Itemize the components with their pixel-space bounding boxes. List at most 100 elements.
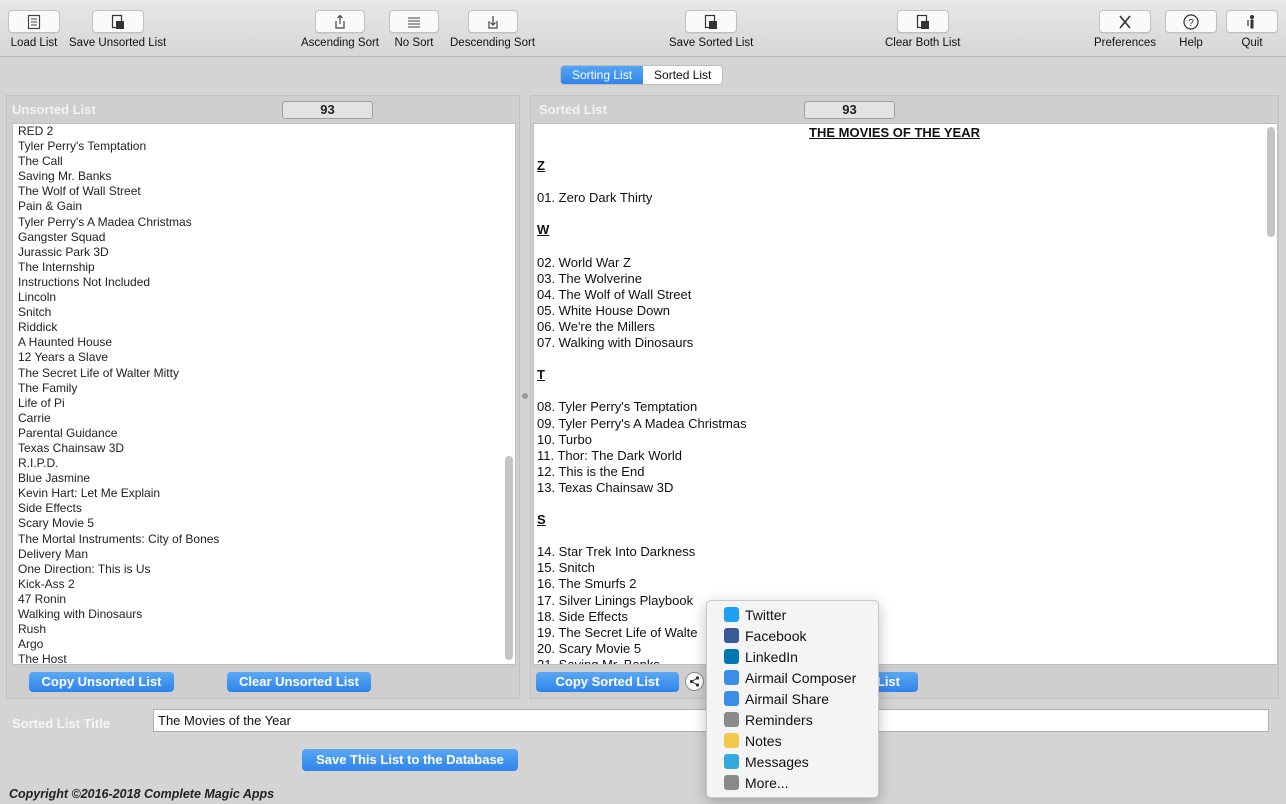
save-unsorted-button[interactable] [91,10,144,33]
unsorted-list-item: The Call [18,154,63,169]
save-sorted-label: Save Sorted List [669,37,754,49]
help-tool[interactable]: ? Help [1165,10,1217,49]
sorted-list-label: Sorted List [539,102,607,117]
sorted-scrollbar[interactable] [1267,127,1275,237]
unsorted-list-item: Blue Jasmine [18,471,91,486]
unsorted-list-item: Lincoln [18,290,57,305]
share-menu-item[interactable]: Facebook [707,625,878,646]
share-menu-item[interactable]: More... [707,772,878,793]
sorted-list-item: 10. Turbo [537,431,592,447]
ascending-sort-button[interactable] [315,10,365,33]
unsorted-list: RED 2 Tyler Perry's Temptation The Call Sav… [13,124,219,664]
unsorted-list-box[interactable]: RED 2 Tyler Perry's Temptation The Call Sav… [12,123,516,665]
share-menu-item[interactable]: LinkedIn [707,646,878,667]
sorted-list-item: 15. Snitch [537,560,595,576]
notes-icon [724,733,739,748]
facebook-icon [724,628,739,643]
messages-icon [724,754,739,769]
sorted-blank-line [537,496,1263,512]
ascending-sort-tool[interactable]: Ascending Sort [301,10,379,49]
sorted-list-box[interactable]: THE MOVIES OF THE YEAR Z 01. Zero Dark Th… [533,123,1278,665]
descending-sort-button[interactable] [467,10,518,33]
unsorted-list-item: R.I.P.D. [18,456,59,471]
sorted-section-letter: W [537,222,550,238]
unsorted-list-item: One Direction: This is Us [18,561,151,576]
copy-unsorted-button[interactable]: Copy Unsorted List [29,672,174,692]
preferences-button[interactable] [1099,10,1151,33]
unsorted-list-item: Snitch [18,305,52,320]
sorted-blank-line [537,174,1263,190]
sorted-list-item: 18. Side Effects [537,608,628,624]
unsorted-list-item: RED 2 [18,124,54,138]
unsorted-list-item: Tyler Perry's Temptation [18,139,147,154]
sorted-list-item: 17. Silver Linings Playbook [537,592,694,608]
share-menu-item-label: More... [745,774,789,791]
save-to-database-button[interactable]: Save This List to the Database [302,749,518,771]
sorted-list-item: 08. Tyler Perry's Temptation [537,399,698,415]
quit-tool[interactable]: Quit [1226,10,1278,49]
save-unsorted-label: Save Unsorted List [69,37,167,49]
save-sorted-button[interactable] [685,10,738,33]
sorted-list-item: 14. Star Trek Into Darkness [537,544,696,560]
linkedin-icon [724,649,739,664]
share-menu-item[interactable]: Notes [707,730,878,751]
quit-label: Quit [1241,37,1263,49]
unsorted-list-item: Pain & Gain [18,199,83,214]
sorted-blank-line [537,383,1263,399]
sorted-list-item: 05. White House Down [537,302,670,318]
sorted-list-item: 03. The Wolverine [537,270,643,286]
no-sort-tool[interactable]: No Sort [389,10,439,49]
save-sorted-tool[interactable]: Save Sorted List [669,10,753,49]
splitter-handle[interactable] [522,393,528,399]
preferences-tool[interactable]: Preferences [1094,10,1156,49]
quit-button[interactable] [1226,10,1278,33]
save-unsorted-tool[interactable]: Save Unsorted List [69,10,166,49]
unsorted-scrollbar[interactable] [505,456,513,660]
share-menu-item-label: Notes [745,732,782,749]
load-list-button[interactable] [8,10,60,33]
unsorted-list-item: The Internship [18,259,95,274]
copy-sorted-button[interactable]: Copy Sorted List [536,672,679,692]
sorted-list-title-label: Sorted List Title [12,716,110,731]
share-button[interactable] [685,672,704,691]
unsorted-list-item: Delivery Man [18,546,89,561]
airmail-icon [724,670,739,685]
clear-both-label: Clear Both List [885,37,961,49]
share-menu-item[interactable]: Airmail Share [707,688,878,709]
share-menu-item-label: Airmail Share [745,690,830,707]
sorted-list-item: 02. World War Z [537,254,631,270]
no-sort-button[interactable] [389,10,439,33]
sorted-section-letter: S [537,512,546,528]
share-menu-item[interactable]: Messages [707,751,878,772]
share-menu-item[interactable]: Airmail Composer [707,667,878,688]
sorted-count: 93 [804,101,895,119]
sorted-blank-line [537,206,1263,222]
unsorted-list-item: The Wolf of Wall Street [18,184,141,199]
unsorted-list-item: Rush [18,622,47,637]
unsorted-list-item: Instructions Not Included [18,274,151,289]
tab-sorted-list[interactable]: Sorted List [643,66,723,84]
view-tabs: Sorting List Sorted List [560,65,724,85]
share-menu-item[interactable]: Reminders [707,709,878,730]
tab-sorting-list[interactable]: Sorting List [561,66,644,84]
sorted-list-item: 16. The Smurfs 2 [537,576,637,592]
share-menu-item-label: Reminders [745,711,813,728]
clear-both-button[interactable] [896,10,949,33]
clear-both-tool[interactable]: Clear Both List [885,10,960,49]
help-button[interactable]: ? [1165,10,1217,33]
unsorted-list-item: Life of Pi [18,395,65,410]
descending-sort-tool[interactable]: Descending Sort [450,10,535,49]
share-menu-item-label: Messages [745,753,809,770]
sorted-panel: Sorted List 93 THE MOVIES OF THE YEAR Z 0… [530,95,1279,699]
share-menu-item[interactable]: Twitter [707,604,878,625]
unsorted-list-item: Texas Chainsaw 3D [18,440,125,455]
unsorted-list-item: Walking with Dinosaurs [18,607,143,621]
sorted-list-item: 20. Scary Movie 5 [537,640,642,656]
unsorted-list-item: The Secret Life of Walter Mitty [18,365,179,380]
clear-unsorted-button[interactable]: Clear Unsorted List [227,672,371,692]
share-menu: Twitter Facebook LinkedIn Airmail Composer A… [706,600,879,798]
no-sort-label: No Sort [394,37,434,49]
descending-sort-label: Descending Sort [450,37,536,49]
unsorted-list-item: 12 Years a Slave [18,350,109,365]
load-list-tool[interactable]: Load List [8,10,60,49]
